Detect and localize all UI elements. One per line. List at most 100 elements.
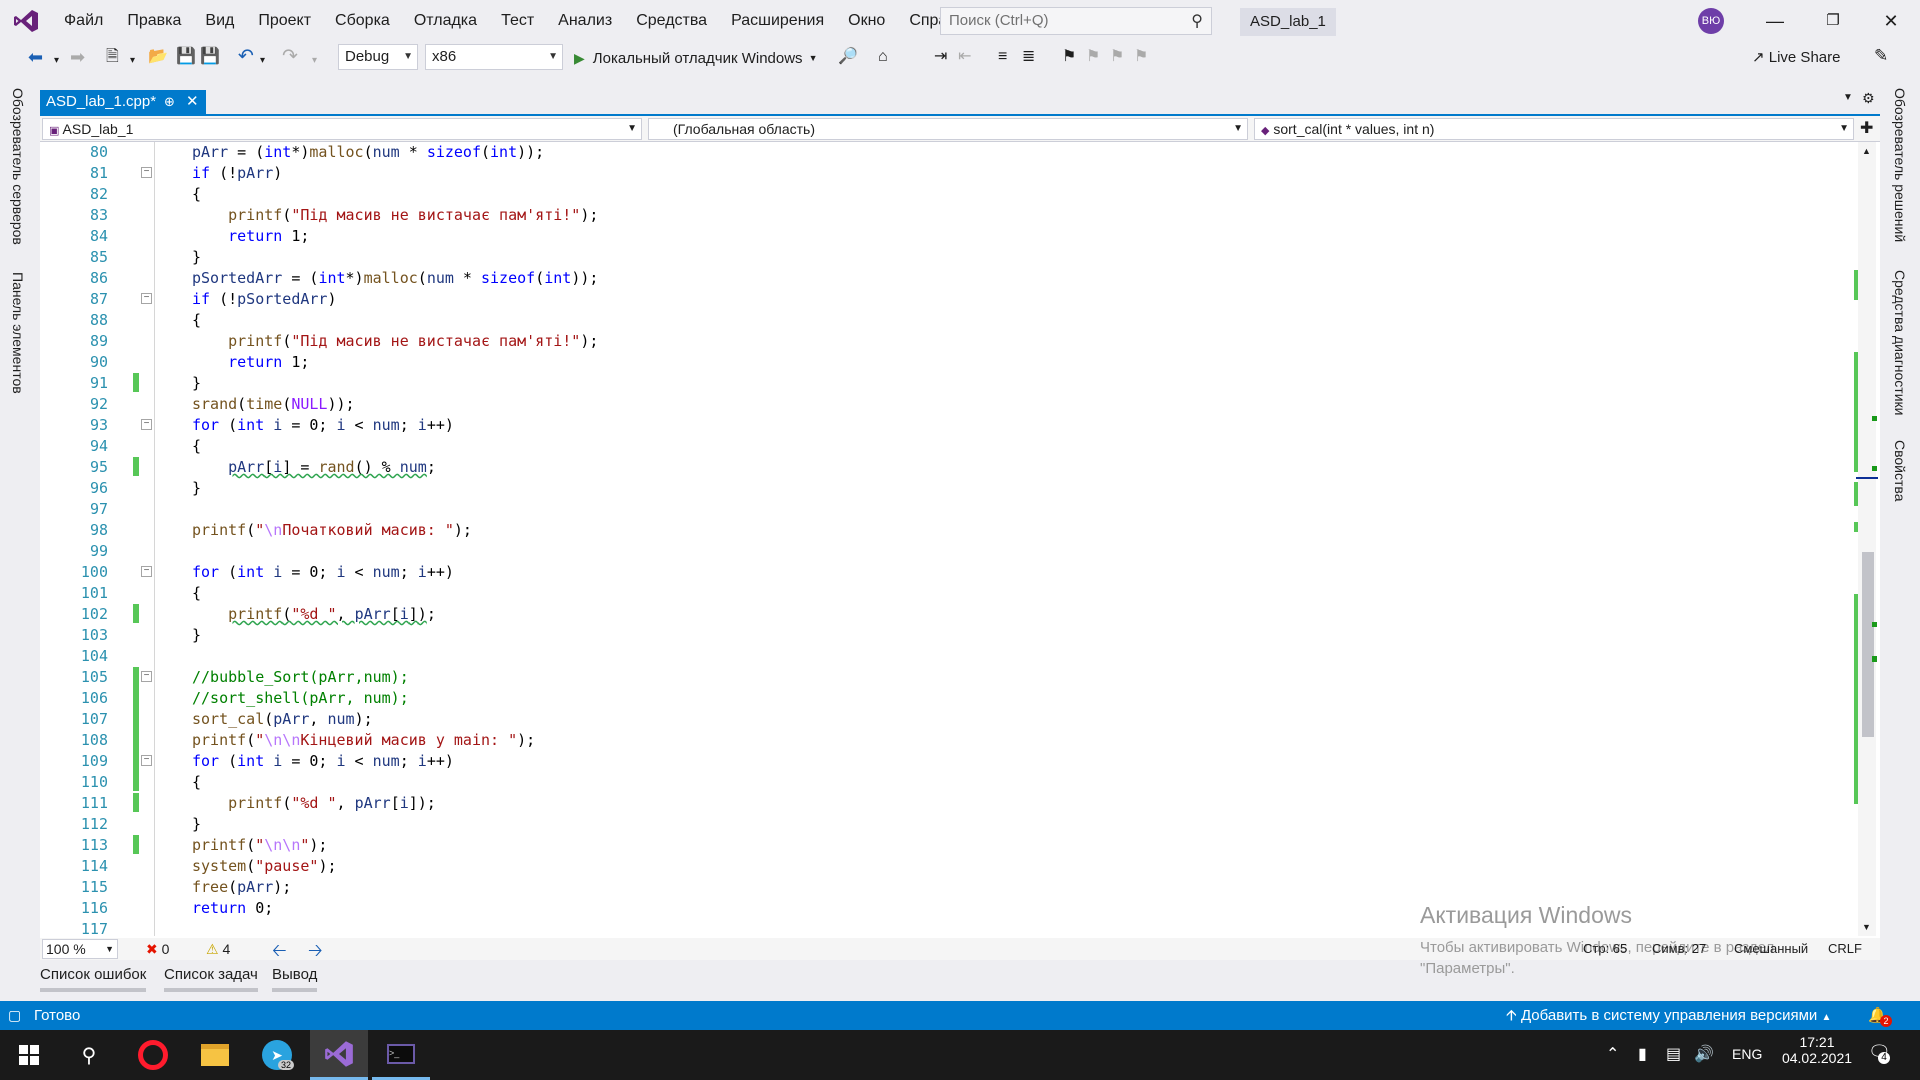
menu-view[interactable]: Вид — [193, 0, 246, 42]
prev-bookmark-icon[interactable]: ⚑ — [1086, 46, 1100, 68]
collapse-icon[interactable]: − — [141, 419, 152, 430]
code-line[interactable]: return 0; — [192, 898, 273, 919]
volume-icon[interactable]: 🔊 — [1694, 1044, 1714, 1064]
menu-tools[interactable]: Средства — [624, 0, 719, 42]
code-line[interactable]: printf("Під масив не вистачає пам'яті!")… — [192, 205, 598, 226]
collapse-icon[interactable]: − — [141, 755, 152, 766]
code-line[interactable]: //sort_shell(pArr, num); — [192, 688, 409, 709]
undo-icon[interactable]: ↶ — [238, 46, 254, 68]
code-line[interactable]: for (int i = 0; i < num; i++) — [192, 415, 454, 436]
code-line[interactable]: return 1; — [192, 226, 309, 247]
document-tab[interactable]: ASD_lab_1.cpp* ⊕ ✕ — [40, 90, 206, 114]
start-button[interactable] — [0, 1030, 58, 1080]
code-line[interactable]: if (!pSortedArr) — [192, 289, 337, 310]
code-line[interactable]: srand(time(NULL)); — [192, 394, 355, 415]
code-line[interactable]: { — [192, 436, 201, 457]
code-line[interactable]: free(pArr); — [192, 877, 291, 898]
collapse-icon[interactable]: − — [141, 167, 152, 178]
code-line[interactable]: for (int i = 0; i < num; i++) — [192, 562, 454, 583]
next-bookmark-icon[interactable]: ⚑ — [1110, 46, 1124, 68]
console-taskbar-button[interactable]: >_ — [372, 1030, 430, 1080]
scroll-up-icon[interactable]: ▲ — [1862, 146, 1871, 156]
menu-build[interactable]: Сборка — [323, 0, 402, 42]
previous-issue-icon[interactable]: 🡠 — [272, 938, 287, 968]
next-issue-icon[interactable]: 🡢 — [308, 938, 323, 968]
vertical-scrollbar[interactable]: ▲ ▼ — [1854, 142, 1878, 936]
code-line[interactable]: printf("\nПочатковий масив: "); — [192, 520, 472, 541]
code-line[interactable]: { — [192, 772, 201, 793]
menu-project[interactable]: Проект — [246, 0, 323, 42]
avatar[interactable]: ВЮ — [1698, 8, 1724, 34]
warnings-indicator[interactable]: ⚠ 4 — [206, 939, 230, 959]
back-icon[interactable]: ⬅ — [28, 46, 43, 68]
forward-icon[interactable]: ➡ — [70, 46, 85, 68]
clear-bookmarks-icon[interactable]: ⚑ — [1134, 46, 1148, 68]
redo-icon[interactable]: ↷ — [282, 46, 298, 68]
code-line[interactable]: } — [192, 814, 201, 835]
code-line[interactable]: } — [192, 247, 201, 268]
code-line[interactable]: } — [192, 625, 201, 646]
tab-server-explorer[interactable]: Обозреватель серверов — [10, 88, 26, 245]
input-language[interactable]: ENG — [1732, 1046, 1762, 1062]
code-line[interactable]: pArr[i] = rand() % num; — [192, 457, 436, 478]
tab-diagnostic-tools[interactable]: Средства диагностики — [1892, 270, 1908, 416]
live-share-button[interactable]: ↗ Live Share — [1752, 48, 1840, 66]
visual-studio-taskbar-button[interactable] — [310, 1030, 368, 1080]
member-select[interactable]: ◆ sort_cal(int * values, int n) ▼ — [1254, 118, 1854, 140]
clock[interactable]: 17:21 04.02.2021 — [1774, 1034, 1860, 1066]
code-line[interactable]: if (!pArr) — [192, 163, 282, 184]
tab-toolbox[interactable]: Панель элементов — [10, 272, 26, 394]
zoom-select[interactable]: 100 % ▼ — [42, 939, 118, 959]
errors-indicator[interactable]: ✖ 0 — [146, 939, 169, 959]
bookmark-icon[interactable]: ⚑ — [1062, 46, 1076, 68]
back-dropdown-icon[interactable]: ▾ — [54, 50, 59, 72]
indentation-mode[interactable]: Смешанный — [1734, 938, 1808, 960]
battery-icon[interactable]: ▮ — [1638, 1044, 1647, 1064]
tab-output[interactable]: Вывод — [272, 966, 318, 992]
start-debugging-button[interactable]: ▶ Локальный отладчик Windows ▼ — [574, 46, 817, 70]
tab-properties[interactable]: Свойства — [1892, 440, 1908, 501]
menu-file[interactable]: Файл — [52, 0, 115, 42]
code-line[interactable]: for (int i = 0; i < num; i++) — [192, 751, 454, 772]
configuration-select[interactable]: Debug ▼ — [338, 44, 418, 70]
code-line[interactable]: printf("\n\nКінцевий масив у main: "); — [192, 730, 535, 751]
minimize-button[interactable]: — — [1752, 6, 1798, 36]
platform-select[interactable]: x86 ▼ — [425, 44, 563, 70]
code-line[interactable]: { — [192, 310, 201, 331]
file-explorer-button[interactable] — [186, 1030, 244, 1080]
find-in-files-icon[interactable]: 🔎 — [838, 46, 858, 68]
code-line[interactable]: printf("%d ", pArr[i]); — [192, 793, 436, 814]
search-taskbar-button[interactable]: ⚲ — [60, 1030, 118, 1080]
new-dropdown-icon[interactable]: ▾ — [130, 50, 135, 72]
menu-extensions[interactable]: Расширения — [719, 0, 836, 42]
new-project-icon[interactable]: 🗎 — [106, 46, 119, 68]
code-line[interactable]: } — [192, 373, 201, 394]
tab-solution-explorer[interactable]: Обозреватель решений — [1892, 88, 1908, 242]
collapse-icon[interactable]: − — [141, 293, 152, 304]
code-line[interactable]: printf("%d ", pArr[i]); — [192, 604, 436, 625]
pin-icon[interactable]: ⊕ — [164, 90, 175, 114]
open-folder-icon[interactable]: 📂 — [148, 46, 168, 68]
feedback-icon[interactable]: ✎ — [1874, 46, 1888, 66]
code-line[interactable]: { — [192, 583, 201, 604]
code-line[interactable]: printf("Під масив не вистачає пам'яті!")… — [192, 331, 598, 352]
code-line[interactable]: sort_cal(pArr, num); — [192, 709, 373, 730]
opera-button[interactable] — [124, 1030, 182, 1080]
scroll-down-icon[interactable]: ▼ — [1862, 922, 1871, 932]
collapse-icon[interactable]: − — [141, 566, 152, 577]
menu-test[interactable]: Тест — [489, 0, 546, 42]
code-line[interactable]: system("pause"); — [192, 856, 337, 877]
restore-button[interactable]: ❐ — [1810, 6, 1856, 36]
close-window-button[interactable]: ✕ — [1868, 6, 1914, 36]
step-over-icon[interactable]: ⇥ — [934, 46, 947, 68]
network-icon[interactable]: ▤ — [1666, 1044, 1681, 1064]
code-line[interactable]: pArr = (int*)malloc(num * sizeof(int)); — [192, 142, 544, 163]
chevron-up-icon[interactable]: ⌃ — [1606, 1044, 1619, 1064]
step-into-icon[interactable]: ⇤ — [958, 46, 971, 68]
menu-debug[interactable]: Отладка — [402, 0, 489, 42]
menu-window[interactable]: Окно — [836, 0, 897, 42]
save-all-icon[interactable]: 💾 — [200, 46, 220, 68]
scrollbar-thumb[interactable] — [1862, 552, 1874, 737]
project-select[interactable]: ▣ ASD_lab_1 ▼ — [42, 118, 642, 140]
menu-analyze[interactable]: Анализ — [546, 0, 624, 42]
